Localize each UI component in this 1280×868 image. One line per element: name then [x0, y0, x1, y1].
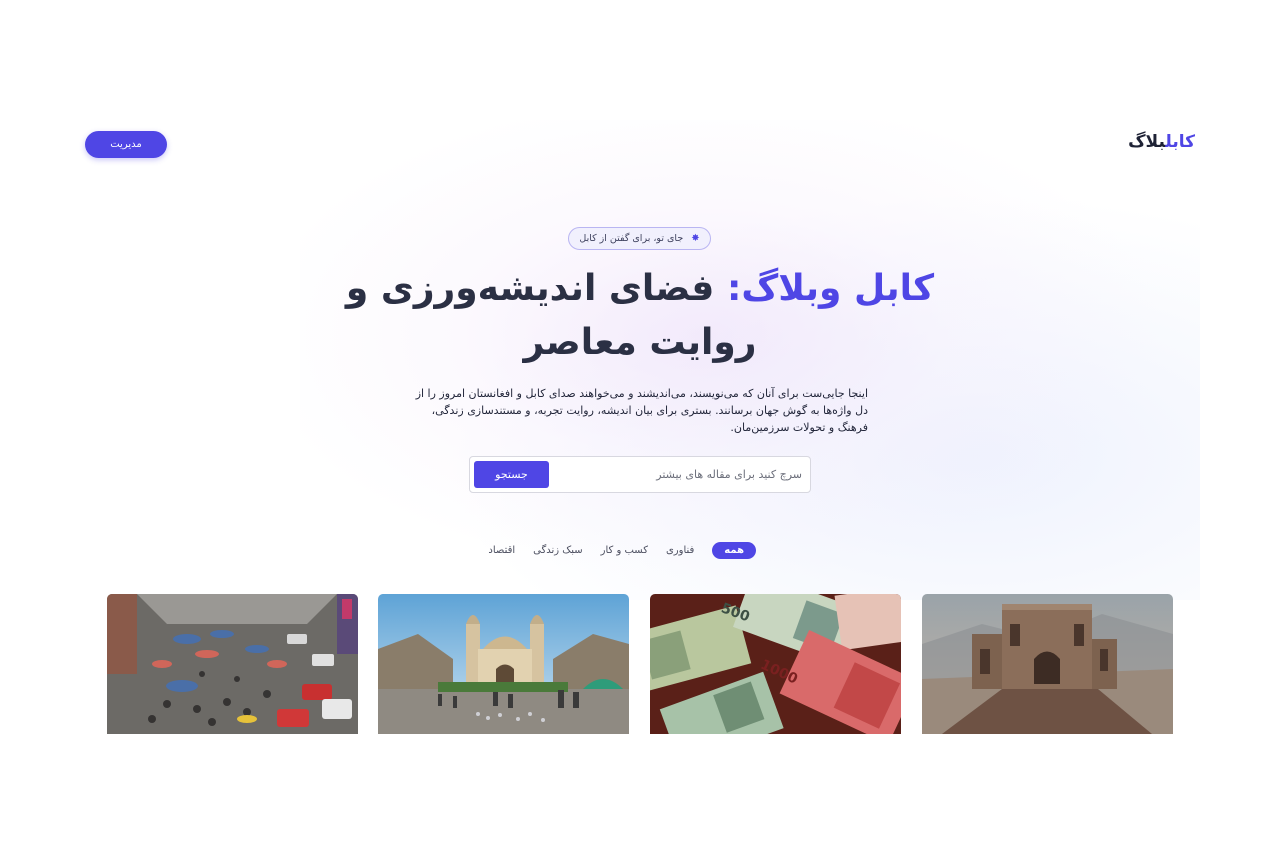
- category-technology[interactable]: فناوری: [666, 545, 694, 556]
- article-card[interactable]: [922, 594, 1173, 734]
- sparkle-icon: ✸: [691, 233, 700, 244]
- category-all[interactable]: همه: [712, 541, 756, 559]
- hero-title-rest: فضای اندیشه‌ورزی و روایت معاصر: [345, 268, 757, 363]
- tagline-text: جای تو، برای گفتن از کابل: [579, 233, 684, 244]
- site-logo[interactable]: کابلبلاگ: [1128, 132, 1195, 152]
- category-lifestyle[interactable]: سبک زندگی: [533, 545, 582, 556]
- article-card[interactable]: 500 1000: [650, 594, 901, 734]
- search-bar: جستجو: [469, 456, 811, 493]
- article-cards: 500 1000: [107, 594, 1173, 734]
- category-filter: همه فناوری کسب و کار سبک زندگی اقتصاد: [488, 540, 756, 560]
- site-header: کابلبلاگ مدیریت: [85, 131, 1195, 158]
- category-economy[interactable]: اقتصاد: [488, 545, 515, 556]
- banknotes-image: 500 1000: [650, 594, 901, 734]
- tagline-badge: ✸ جای تو، برای گفتن از کابل: [568, 227, 711, 250]
- admin-button[interactable]: مدیریت: [85, 131, 167, 158]
- hero-description: اینجا جایی‌ست برای آنان که می‌نویسند، می…: [415, 387, 868, 434]
- hero-title-accent: کابل وبلاگ:: [726, 268, 935, 309]
- search-button[interactable]: جستجو: [474, 461, 549, 488]
- logo-part-2: بلاگ: [1128, 132, 1166, 152]
- hero-title: کابل وبلاگ: فضای اندیشه‌ورزی و روایت معا…: [340, 262, 940, 370]
- article-card[interactable]: [378, 594, 629, 734]
- historic-ruins-image: [922, 594, 1173, 734]
- article-card[interactable]: [107, 594, 358, 734]
- search-input[interactable]: [552, 457, 810, 492]
- crowded-market-image: [107, 594, 358, 734]
- logo-part-1: کابل: [1165, 132, 1195, 152]
- category-business[interactable]: کسب و کار: [601, 545, 648, 556]
- mosque-image: [378, 594, 629, 734]
